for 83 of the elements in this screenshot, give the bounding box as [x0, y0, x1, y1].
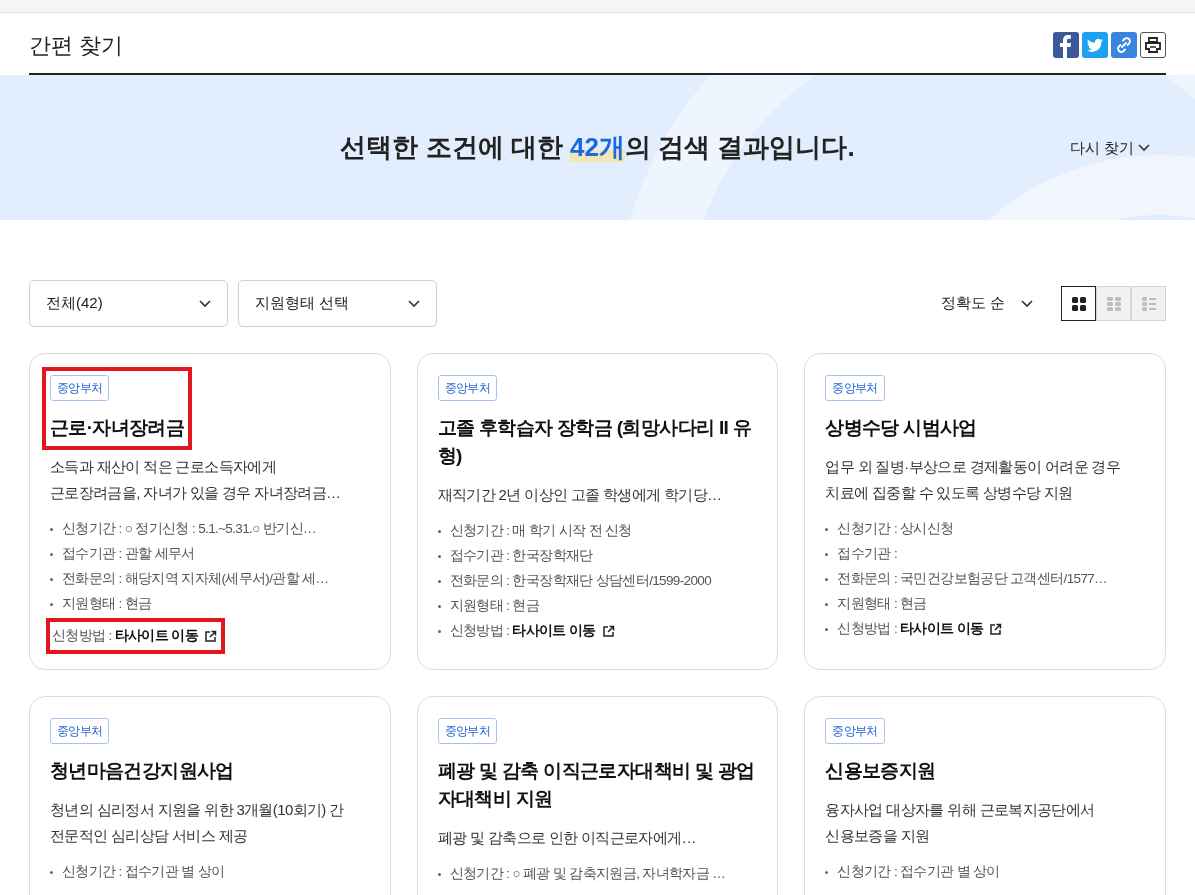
detail-text: 신청기간 : 접수기관 별 상이: [62, 863, 225, 882]
chevron-down-icon: [199, 299, 211, 308]
bullet-icon: [437, 605, 441, 608]
external-site-link[interactable]: 타사이트 이동: [114, 625, 217, 647]
result-card[interactable]: 중앙부처 상병수당 시범사업 업무 외 질병·부상으로 경제활동이 어려운 경우 치료에 집중할 수 있도록 상병수당 지원 신청기간 : 상시신청 접수기관 : 전화문의 : 국민건강보험공단 고객센터/1577… 지원형태 : 현금 신청방법 : 타사이트 이동: [804, 353, 1166, 670]
detail-text: 전화문의 : 국민건강보험공단 고객센터/1577…: [837, 570, 1107, 589]
detail-text: 지원형태 : 현금: [62, 595, 152, 614]
card-title[interactable]: 근로·자녀장려금: [50, 414, 185, 442]
detail-text: 신청기간 : ○ 정기신청 : 5.1.~5.31.○ 반기신…: [62, 520, 316, 539]
detail-text: 신청기간 : 상시신청: [837, 520, 954, 539]
bullet-icon: [50, 603, 53, 606]
external-link-icon: [989, 623, 1003, 636]
chevron-down-icon: [408, 299, 420, 308]
bullet-icon: [50, 578, 53, 581]
bullet-icon: [437, 580, 441, 583]
detail-text: 지원형태 : 현금: [837, 595, 927, 614]
result-card[interactable]: 중앙부처 청년마음건강지원사업 청년의 심리정서 지원을 위한 3개월(10회기) 간 전문적인 심리상담 서비스 제공 신청기간 : 접수기관 별 상이: [29, 696, 391, 895]
external-site-link[interactable]: 타사이트 이동: [900, 619, 1003, 640]
category-badge: 중앙부처: [437, 718, 498, 744]
card-title[interactable]: 청년마음건강지원사업: [50, 757, 234, 785]
card-title[interactable]: 상병수당 시범사업: [825, 414, 977, 442]
detail-label: 신청방법 :: [449, 622, 510, 641]
sort-dropdown[interactable]: 정확도 순: [940, 292, 1033, 315]
card-description: 청년의 심리정서 지원을 위한 3개월(10회기) 간 전문적인 심리상담 서비스 제공: [50, 800, 345, 846]
page-title: 간편 찾기: [29, 31, 124, 60]
chevron-down-icon: [1138, 144, 1150, 153]
detail-text: 전화문의 : 해당지역 지자체(세무서)/관할 세…: [62, 570, 329, 589]
detail-text: 지원형태 : 현금: [449, 597, 540, 616]
card-description: 폐광 및 감축으로 인한 이직근로자에게…: [437, 828, 697, 848]
bullet-icon: [825, 528, 829, 531]
detail-text: 신청기간 : 매 학기 시작 전 신청: [449, 522, 632, 541]
bullet-icon: [437, 555, 441, 558]
bullet-icon: [50, 553, 53, 556]
detail-label: 신청방법 :: [837, 620, 897, 639]
card-description: 소득과 재산이 적은 근로소득자에게 근로장려금을, 자녀가 있을 경우 자녀장려금…: [50, 457, 342, 503]
link-icon[interactable]: [1111, 32, 1137, 58]
grid-view-icon: [1070, 295, 1087, 312]
list-view-icon: [1140, 295, 1157, 312]
result-card[interactable]: 중앙부처 고졸 후학습자 장학금 (희망사다리 II 유 형) 재직기간 2년 이상인 고졸 학생에게 학기당… 신청기간 : 매 학기 시작 전 신청 접수기관 : 한국장학재단 전화문의 : 한국장학재단 상담센터/1599-2000 지원형태 : 현금 신청방법 : 타사이트 이동: [416, 353, 779, 670]
filter-dropdown[interactable]: 지원형태 선택: [238, 280, 437, 327]
category-badge: 중앙부처: [825, 375, 885, 401]
facebook-icon[interactable]: [1053, 32, 1079, 58]
view-toggle[interactable]: [1061, 286, 1096, 321]
detail-text: 접수기관 : 한국장학재단: [449, 547, 593, 566]
category-badge: 중앙부처: [437, 375, 498, 401]
detail-text: 신청기간 : 접수기관 별 상이: [837, 863, 1000, 882]
twitter-icon[interactable]: [1082, 32, 1108, 58]
retry-search-button[interactable]: 다시 찾기: [1069, 137, 1150, 160]
bullet-icon: [437, 530, 441, 533]
result-summary: 선택한 조건에 대한 42개의 검색 결과입니다.: [340, 132, 855, 162]
category-badge: 중앙부처: [50, 375, 110, 401]
result-card[interactable]: 중앙부처 근로·자녀장려금 소득과 재산이 적은 근로소득자에게 근로장려금을, 자녀가 있을 경우 자녀장려금… 신청기간 : ○ 정기신청 : 5.1.~5.31.○ 반기신… 접수기관 : 관할 세무서 전화문의 : 해당지역 지자체(세무서)/관할 세… 지원형태 : 현금 신청방법 : 타사이트 이동: [29, 353, 391, 670]
bullet-icon: [437, 873, 441, 876]
card-description: 융자사업 대상자를 위해 근로복지공단에서 신용보증을 지원: [825, 800, 1096, 846]
card-description: 업무 외 질병·부상으로 경제활동이 어려운 경우 치료에 집중할 수 있도록 상병수당 지원: [825, 457, 1122, 503]
card-title[interactable]: 폐광 및 감축 이직근로자대책비 및 광업 자대책비 지원: [437, 757, 755, 813]
category-badge: 중앙부처: [50, 718, 110, 744]
category-badge: 중앙부처: [825, 718, 885, 744]
external-site-link[interactable]: 타사이트 이동: [512, 621, 615, 642]
bullet-icon: [437, 630, 441, 633]
bullet-icon: [50, 528, 53, 531]
bullet-icon: [50, 871, 53, 874]
card-title[interactable]: 고졸 후학습자 장학금 (희망사다리 II 유 형): [437, 414, 752, 470]
filter-dropdown[interactable]: 전체(42): [29, 280, 228, 327]
result-card[interactable]: 중앙부처 신용보증지원 융자사업 대상자를 위해 근로복지공단에서 신용보증을 지원 신청기간 : 접수기관 별 상이: [804, 696, 1166, 895]
external-link-icon: [601, 625, 615, 638]
bullet-icon: [825, 553, 829, 556]
card-description: 재직기간 2년 이상인 고졸 학생에게 학기당…: [437, 485, 723, 505]
external-link-icon: [203, 629, 217, 643]
detail-text: 접수기관 :: [837, 545, 897, 564]
print-icon[interactable]: [1140, 32, 1166, 58]
detail-text: 신청기간 : ○ 폐광 및 감축지원금, 자녀학자금 …: [449, 865, 726, 884]
chevron-down-icon: [1021, 299, 1033, 308]
detail-label: 신청방법 :: [52, 626, 112, 645]
detail-text: 접수기관 : 관할 세무서: [62, 545, 195, 564]
bullet-icon: [825, 578, 829, 581]
bullet-icon: [825, 603, 829, 606]
dense-grid-view-icon: [1105, 295, 1122, 312]
bullet-icon: [825, 628, 829, 631]
detail-text: 전화문의 : 한국장학재단 상담센터/1599-2000: [449, 572, 712, 591]
result-card[interactable]: 중앙부처 폐광 및 감축 이직근로자대책비 및 광업 자대책비 지원 폐광 및 감축으로 인한 이직근로자에게… 신청기간 : ○ 폐광 및 감축지원금, 자녀학자금 …: [416, 696, 779, 895]
bullet-icon: [825, 871, 829, 874]
card-title[interactable]: 신용보증지원: [825, 757, 936, 785]
